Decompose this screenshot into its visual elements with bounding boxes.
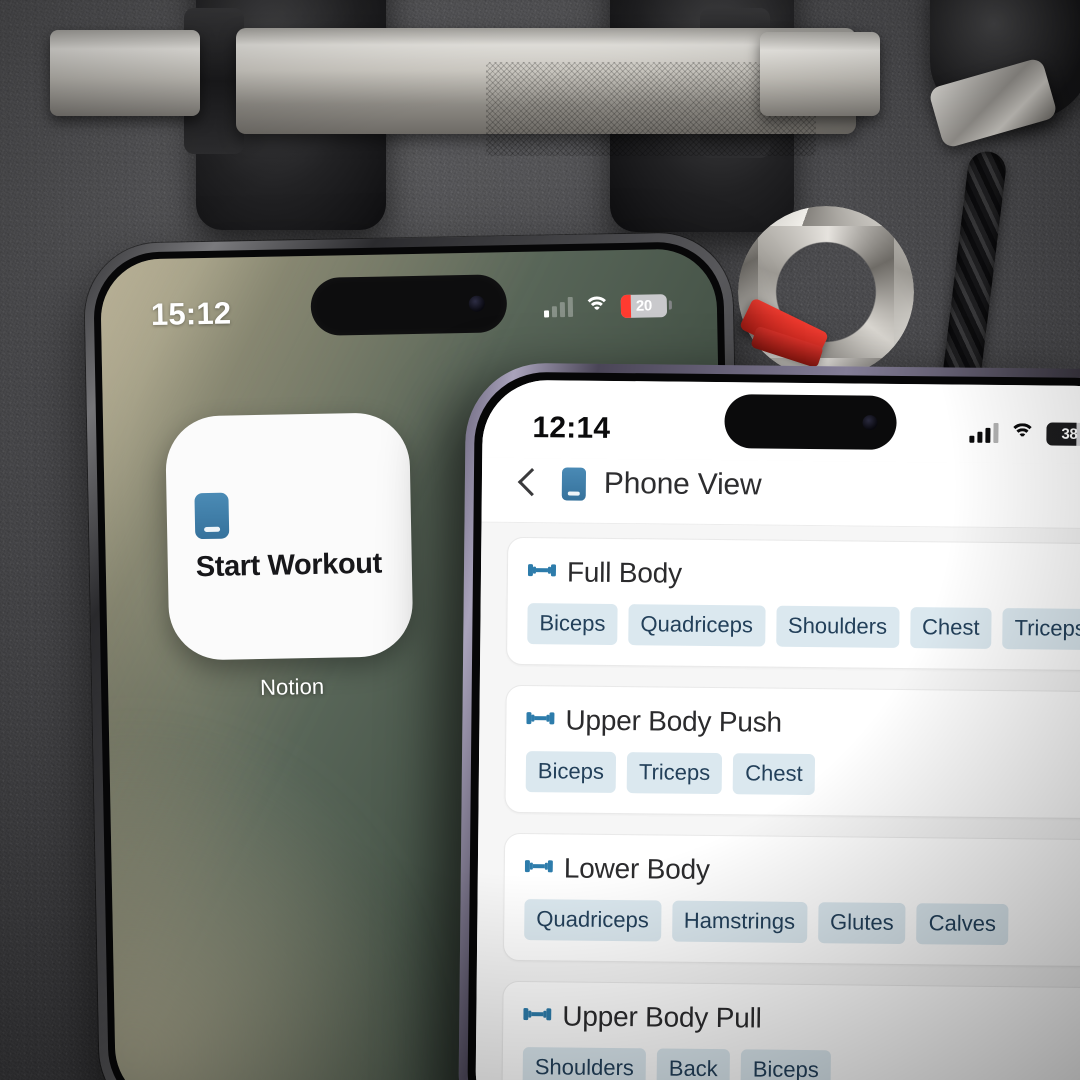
- scene-root: 15:12 20 Start: [0, 0, 1080, 1080]
- scene-vignette: [0, 0, 1080, 1080]
